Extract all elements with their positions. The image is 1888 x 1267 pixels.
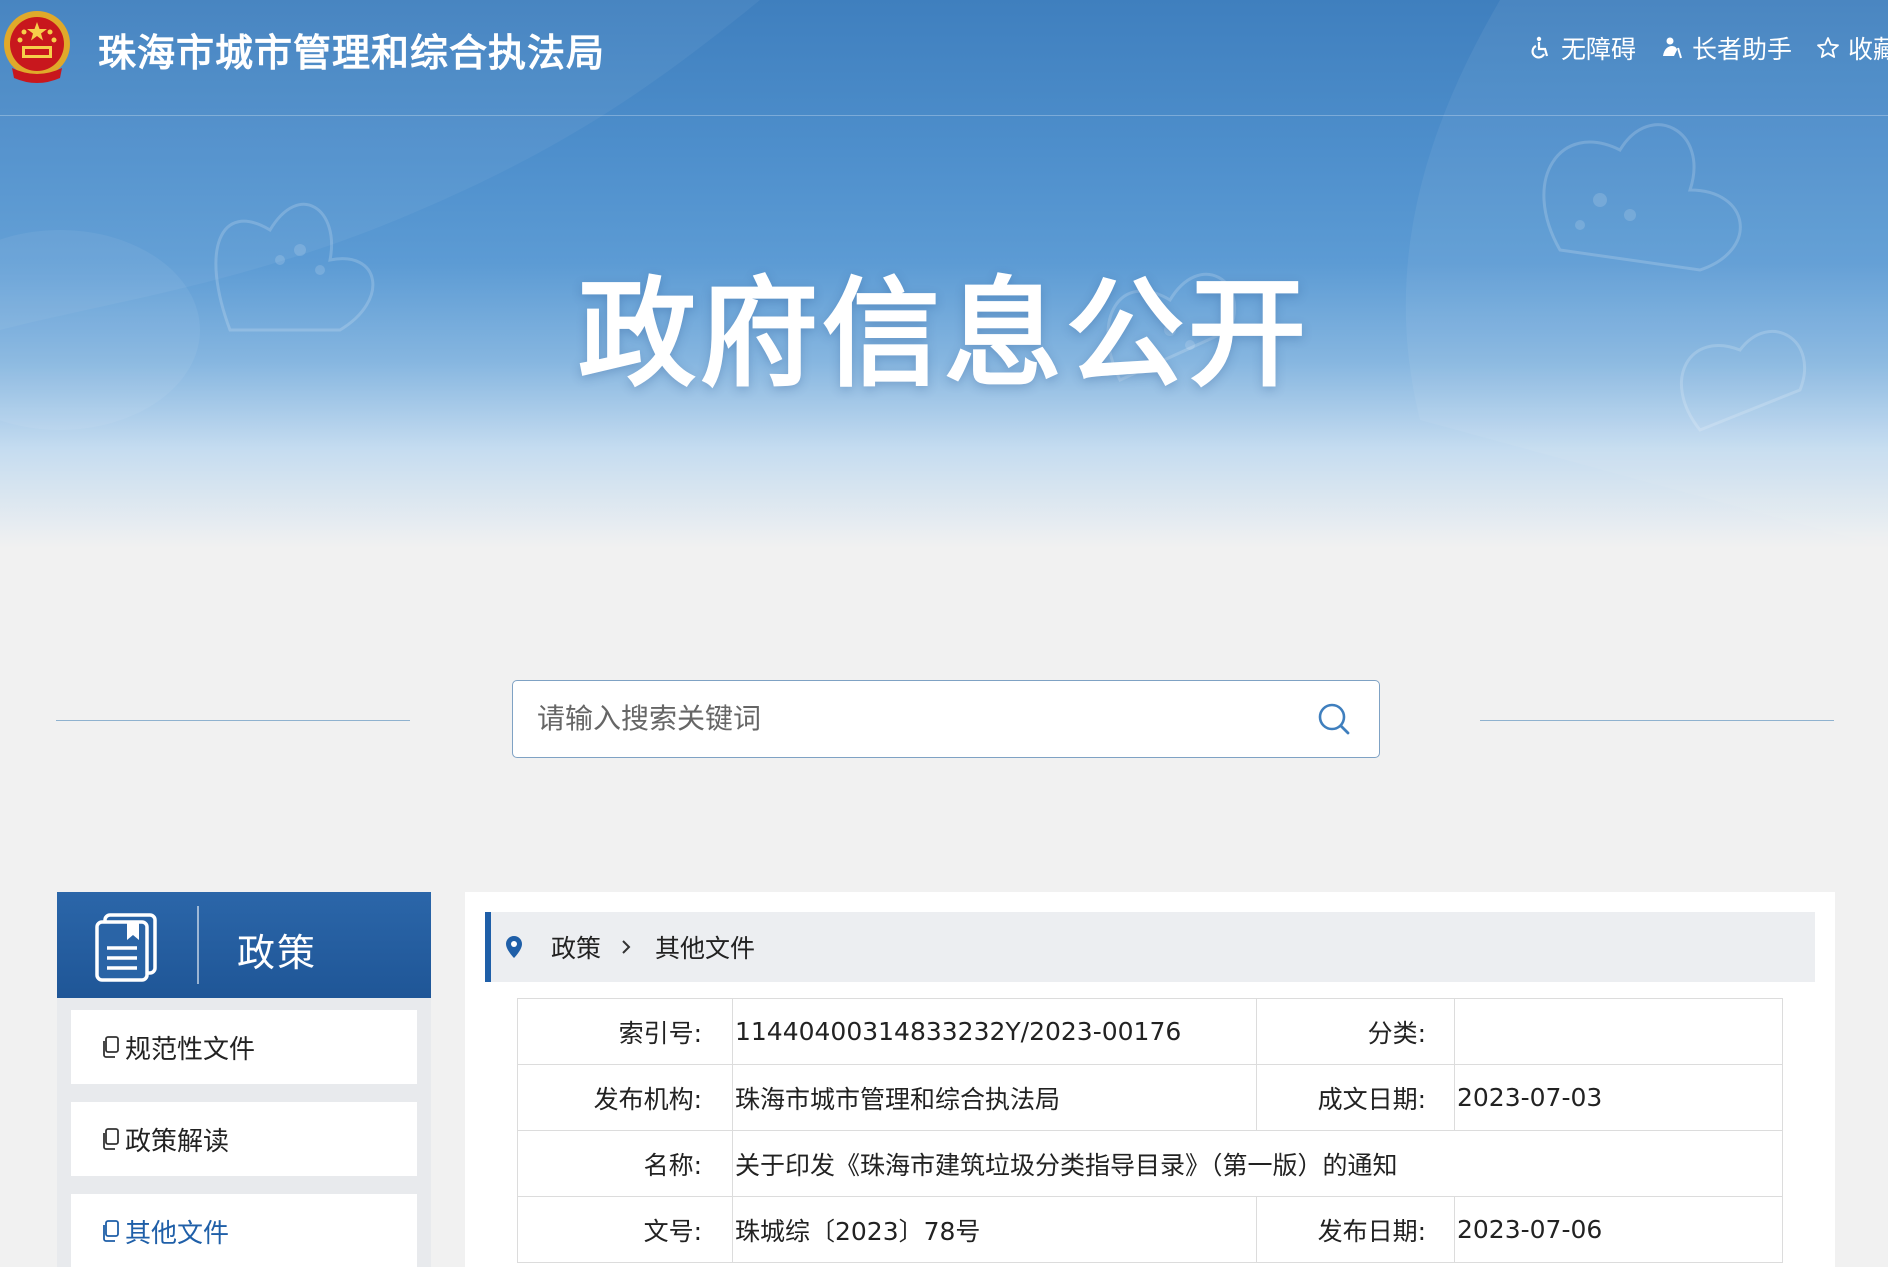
doc-number-value: 珠城综〔2023〕78号 <box>732 1196 1257 1263</box>
site-title[interactable]: 珠海市城市管理和综合执法局 <box>98 22 605 77</box>
sidebar-item-other-docs[interactable]: 其他文件 <box>71 1194 417 1267</box>
sidebar-header-divider <box>197 906 199 984</box>
top-links: 无障碍 长者助手 收藏 <box>1529 30 1888 66</box>
sidebar-title: 政策 <box>237 931 318 975</box>
document-book-icon <box>95 913 157 982</box>
accessibility-icon <box>1531 36 1549 59</box>
sidebar-header: 政策 <box>57 892 431 998</box>
category-label: 分类: <box>1256 998 1455 1065</box>
content-panel: 政策 其他文件 索引号: 11440400314833232Y/2023-001… <box>465 892 1835 1267</box>
breadcrumb-item-other-docs[interactable]: 其他文件 <box>655 929 755 965</box>
publish-date-value: 2023-07-06 <box>1454 1196 1783 1263</box>
search-left-divider <box>56 720 410 721</box>
sidebar-body: 规范性文件 政策解读 其他文件 <box>57 998 431 1267</box>
hero-title: 政府信息公开 <box>577 265 1310 403</box>
breadcrumb-item-policy[interactable]: 政策 <box>551 929 601 965</box>
search-input[interactable] <box>513 681 1293 756</box>
search-icon[interactable] <box>1315 700 1353 738</box>
created-date-value: 2023-07-03 <box>1454 1064 1783 1131</box>
category-value <box>1454 998 1783 1065</box>
star-icon <box>1817 37 1839 58</box>
index-label: 索引号: <box>517 998 733 1065</box>
favorite-link[interactable]: 收藏 <box>1816 30 1888 66</box>
created-date-label: 成文日期: <box>1256 1064 1455 1131</box>
file-copy-icon <box>103 1128 119 1150</box>
chevron-right-icon <box>622 940 631 954</box>
doc-number-label: 文号: <box>517 1196 733 1263</box>
file-copy-icon <box>103 1220 119 1242</box>
publish-date-label: 发布日期: <box>1256 1196 1455 1263</box>
banner: 珠海市城市管理和综合执法局 无障碍 长者助手 收藏 政府信息公开 <box>0 0 1888 548</box>
search-right-divider <box>1480 720 1834 721</box>
breadcrumb: 政策 其他文件 <box>485 912 1815 982</box>
publisher-value: 珠海市城市管理和综合执法局 <box>732 1064 1257 1131</box>
table-row: 文号: 珠城综〔2023〕78号 发布日期: 2023-07-06 <box>517 1196 1783 1263</box>
table-row: 发布机构: 珠海市城市管理和综合执法局 成文日期: 2023-07-03 <box>517 1064 1783 1131</box>
search-box <box>512 680 1380 758</box>
name-label: 名称: <box>517 1130 733 1197</box>
location-pin-icon <box>506 936 522 958</box>
publisher-label: 发布机构: <box>517 1064 733 1131</box>
top-bar: 珠海市城市管理和综合执法局 无障碍 长者助手 收藏 <box>0 0 1888 116</box>
sidebar-item-normative-docs[interactable]: 规范性文件 <box>71 1010 417 1084</box>
elder-helper-link[interactable]: 长者助手 <box>1660 30 1792 66</box>
name-value: 关于印发《珠海市建筑垃圾分类指导目录》（第一版）的通知 <box>732 1130 1783 1197</box>
table-row: 索引号: 11440400314833232Y/2023-00176 分类: <box>517 998 1783 1065</box>
sidebar-item-policy-interpretation[interactable]: 政策解读 <box>71 1102 417 1176</box>
national-emblem-icon <box>4 11 70 83</box>
sidebar: 政策 规范性文件 政策解读 其他文件 <box>57 892 431 1267</box>
file-copy-icon <box>103 1036 119 1058</box>
document-info-table: 索引号: 11440400314833232Y/2023-00176 分类: 发… <box>517 998 1783 1263</box>
elder-helper-icon <box>1662 37 1682 59</box>
accessibility-link[interactable]: 无障碍 <box>1529 30 1636 66</box>
index-value: 11440400314833232Y/2023-00176 <box>732 998 1257 1065</box>
table-row: 名称: 关于印发《珠海市建筑垃圾分类指导目录》（第一版）的通知 <box>517 1130 1783 1197</box>
